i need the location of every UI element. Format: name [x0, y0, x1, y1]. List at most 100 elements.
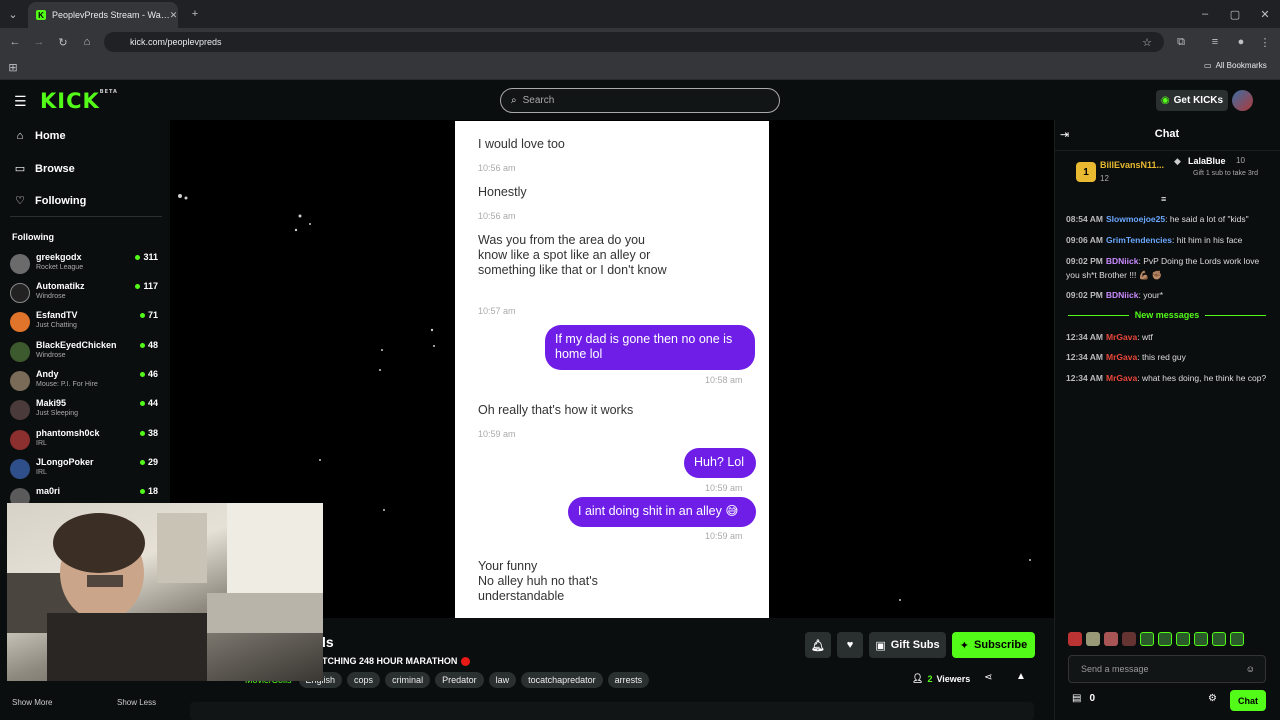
top-gifter-name: BillEvansN11...: [1100, 160, 1165, 170]
message-username[interactable]: MrGava: [1106, 352, 1137, 362]
channel-points[interactable]: ▤ 0: [1072, 693, 1095, 704]
emote-icon[interactable]: [1104, 632, 1118, 646]
new-tab-icon[interactable]: +: [186, 5, 204, 23]
channel-category: Rocket League: [36, 264, 84, 271]
bookmark-star-icon[interactable]: ☆: [1138, 33, 1156, 51]
all-bookmarks[interactable]: ▭ All Bookmarks: [1204, 61, 1267, 70]
message-username[interactable]: MrGava: [1106, 373, 1137, 383]
emote-icon[interactable]: [1086, 632, 1100, 646]
emote-icon[interactable]: [1140, 632, 1154, 646]
chat-message: 09:06 AM GrimTendencies: hit him in his f…: [1066, 235, 1243, 245]
tag-chip[interactable]: Predator: [435, 672, 484, 688]
profile-icon[interactable]: ●: [1232, 33, 1250, 51]
tag-chip[interactable]: criminal: [385, 672, 431, 688]
expand-pin-icon[interactable]: ≡: [1161, 194, 1166, 204]
send-chat-button[interactable]: Chat: [1230, 690, 1266, 711]
user-avatar[interactable]: [1232, 90, 1253, 111]
search-input[interactable]: ⌕ Search: [500, 88, 780, 113]
following-channel[interactable]: Andy Mouse: P.I. For Hire 46: [10, 369, 160, 397]
gift-leaderboard: 1 BillEvansN11... 12 ◆ LalaBlue 10 Gift …: [1060, 150, 1274, 196]
message-username[interactable]: Slowmoejoe25: [1106, 214, 1165, 224]
channel-viewers: 44: [140, 398, 158, 408]
nav-home[interactable]: ⌂ Home: [14, 130, 66, 142]
tag-chip[interactable]: arrests: [607, 672, 650, 688]
show-more-link[interactable]: Show More: [12, 698, 52, 707]
reload-icon[interactable]: ↻: [54, 33, 72, 51]
following-channel[interactable]: BlackEyedChicken Windrose 48: [10, 340, 160, 368]
emote-icon[interactable]: [1122, 632, 1136, 646]
phone-screenshot: I would love too 10:56 am Honestly 10:56…: [455, 121, 769, 618]
message-username[interactable]: BDNiick: [1106, 256, 1139, 266]
channel-category: Windrose: [36, 352, 66, 359]
back-icon[interactable]: ←: [6, 33, 24, 51]
home-browser-icon[interactable]: ⌂: [78, 33, 96, 51]
chat-message-input[interactable]: Send a message ☺: [1068, 655, 1266, 683]
share-icon[interactable]: ⋖: [984, 672, 992, 683]
tab-close-icon[interactable]: ✕: [170, 10, 178, 21]
kicks-coin-icon: ◉: [1160, 95, 1170, 106]
follow-heart-button[interactable]: ♥: [837, 632, 863, 658]
emote-icon[interactable]: [1230, 632, 1244, 646]
window-close-icon[interactable]: ✕: [1256, 5, 1274, 23]
report-warning-icon[interactable]: ▲: [1016, 671, 1026, 682]
extensions-icon[interactable]: ⧉: [1172, 33, 1190, 51]
channel-viewers: 311: [135, 252, 158, 262]
tag-chip[interactable]: law: [488, 672, 517, 688]
apps-grid-icon[interactable]: ⊞: [4, 58, 22, 76]
nav-browse[interactable]: ▭ Browse: [14, 162, 75, 176]
chat-message: 12:34 AM MrGava: wtf: [1066, 332, 1153, 342]
message-username[interactable]: GrimTendencies: [1106, 235, 1172, 245]
emote-icon[interactable]: [1194, 632, 1208, 646]
url-field[interactable]: kick.com/peoplevpreds: [104, 32, 1164, 52]
incoming-message: Oh really that's how it works: [478, 403, 634, 417]
message-time: 10:57 am: [478, 306, 516, 316]
new-messages-divider[interactable]: New messages: [1062, 309, 1272, 321]
gift-subs-label: Gift Subs: [890, 639, 940, 651]
chat-settings-gear-icon[interactable]: ⚙: [1208, 693, 1217, 704]
message-text: your*: [1143, 290, 1164, 300]
viewers-number: 2: [927, 673, 933, 684]
show-less-link[interactable]: Show Less: [117, 698, 156, 707]
message-text: hit him in his face: [1176, 235, 1243, 245]
maximize-icon[interactable]: ▢: [1226, 5, 1244, 23]
emote-icon[interactable]: [1176, 632, 1190, 646]
browser-tab[interactable]: K PeoplevPreds Stream - Wa… ✕: [28, 2, 178, 28]
channel-viewers: 48: [140, 340, 158, 350]
channel-name: ma0ri: [36, 486, 61, 496]
channel-name: Andy: [36, 369, 59, 379]
chat-title: Chat: [1154, 128, 1180, 140]
tab-list-icon[interactable]: ⌄: [4, 5, 22, 23]
emoji-picker-icon[interactable]: ☺: [1246, 664, 1255, 674]
message-username[interactable]: BDNiick: [1106, 290, 1139, 300]
following-channel[interactable]: phantomsh0ck IRL 38: [10, 428, 160, 456]
gift-subs-button[interactable]: ▣ Gift Subs: [869, 632, 946, 658]
hamburger-menu-icon[interactable]: ☰: [14, 93, 27, 110]
tag-chip[interactable]: tocatchapredator: [521, 672, 603, 688]
points-value: 0: [1089, 693, 1096, 704]
kick-logo[interactable]: KICKBETA: [40, 89, 118, 113]
channel-category: Mouse: P.I. For Hire: [36, 381, 98, 388]
following-channel[interactable]: EsfandTV Just Chatting 71: [10, 310, 160, 338]
minimize-icon[interactable]: –: [1196, 5, 1214, 23]
notification-bell-button[interactable]: 🔔︎: [805, 632, 831, 658]
emote-icon[interactable]: [1068, 632, 1082, 646]
emote-icon[interactable]: [1212, 632, 1226, 646]
following-channel[interactable]: greekgodx Rocket League 311: [10, 252, 160, 280]
message-username[interactable]: MrGava: [1106, 332, 1137, 342]
outgoing-message: I aint doing shit in an alley 😅: [568, 497, 756, 527]
browser-menu-icon[interactable]: ⋮: [1256, 33, 1274, 51]
following-channel[interactable]: JLongoPoker IRL 29: [10, 457, 160, 485]
webcam-overlay: [7, 503, 323, 681]
nav-following[interactable]: ♡ Following: [14, 194, 86, 208]
home-icon: ⌂: [16, 130, 24, 142]
chat-message: 09:02 PM BDNiick: your*: [1066, 290, 1164, 300]
subscribe-button[interactable]: ✦ Subscribe: [952, 632, 1035, 658]
get-kicks-button[interactable]: ◉ Get KICKs: [1156, 90, 1228, 111]
forward-icon[interactable]: →: [30, 33, 48, 51]
channel-viewers: 29: [140, 457, 158, 467]
media-icon[interactable]: ≡: [1206, 33, 1224, 51]
emote-icon[interactable]: [1158, 632, 1172, 646]
tag-chip[interactable]: cops: [347, 672, 381, 688]
following-channel[interactable]: Automatikz Windrose 117: [10, 281, 160, 309]
following-channel[interactable]: Maki95 Just Sleeping 44: [10, 398, 160, 426]
